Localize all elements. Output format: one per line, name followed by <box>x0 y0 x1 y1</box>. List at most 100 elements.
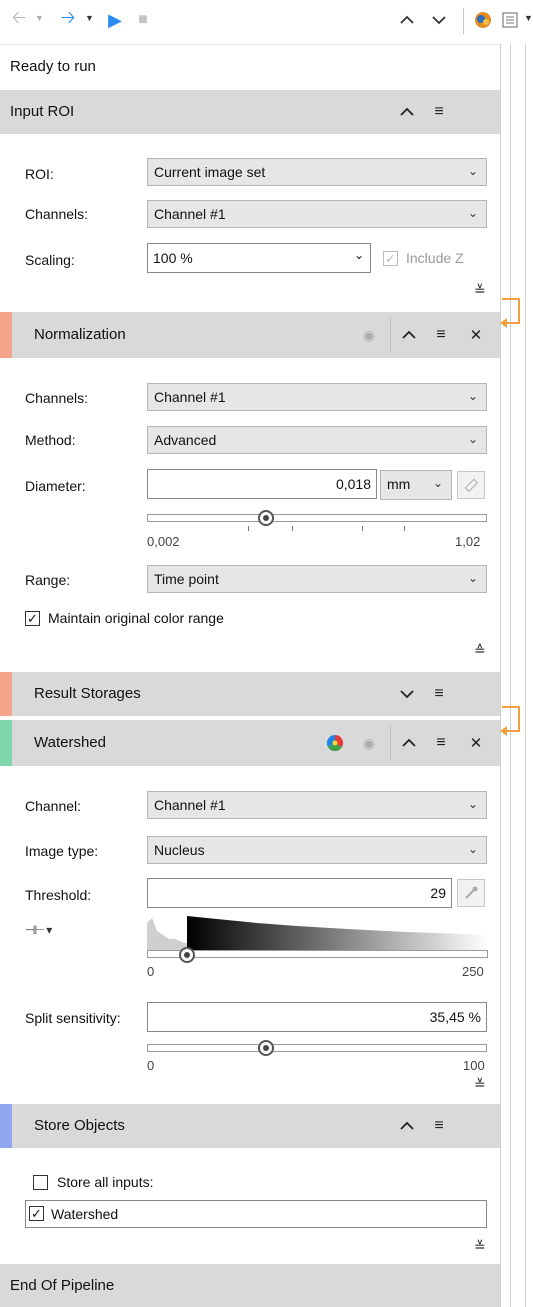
histogram-max-label: 250 <box>462 964 484 979</box>
threshold-input[interactable]: 29 <box>147 878 452 908</box>
module-header-input-roi[interactable]: Input ROI ≡ <box>0 90 500 134</box>
image-type-select[interactable]: Nucleus ⌄ <box>147 836 487 864</box>
maintain-color-checkbox[interactable]: ✓ <box>25 611 40 626</box>
brain-gear-icon[interactable] <box>472 8 494 32</box>
collapse-up-icon[interactable] <box>399 733 419 753</box>
chevron-down-icon: ⌄ <box>432 476 443 490</box>
diameter-unit-select[interactable]: mm ⌄ <box>380 470 452 500</box>
method-select-value: Advanced <box>154 432 217 448</box>
close-icon[interactable]: ✕ <box>466 325 486 345</box>
split-sensitivity-slider[interactable] <box>147 1044 487 1052</box>
menu-icon[interactable]: ≡ <box>429 684 449 704</box>
menu-icon[interactable]: ≡ <box>431 733 451 753</box>
view-options-icon[interactable] <box>500 8 522 32</box>
include-z-checkbox[interactable]: ✓ <box>383 251 398 266</box>
method-select[interactable]: Advanced ⌄ <box>147 426 487 454</box>
chevron-down-icon[interactable]: ⌄ <box>354 248 364 262</box>
module-title: End Of Pipeline <box>10 1277 115 1294</box>
diameter-unit-value: mm <box>387 476 411 492</box>
expand-more-icon[interactable]: ≚ <box>474 282 486 299</box>
roi-select-value: Current image set <box>154 164 266 180</box>
chevron-down-icon: ⌄ <box>467 164 478 178</box>
split-sensitivity-label: Split sensitivity: <box>25 1010 121 1026</box>
expand-down-icon[interactable] <box>428 8 450 32</box>
store-all-inputs-checkbox[interactable] <box>33 1175 48 1190</box>
menu-icon[interactable]: ≡ <box>429 1116 449 1136</box>
expand-more-icon[interactable]: ≚ <box>474 1238 486 1255</box>
scaling-value: 100 % <box>153 250 193 266</box>
roi-select[interactable]: Current image set ⌄ <box>147 158 487 186</box>
threshold-histogram[interactable] <box>147 913 488 958</box>
channels-select-value: Channel #1 <box>154 389 226 405</box>
menu-icon[interactable]: ≡ <box>429 102 449 122</box>
expand-down-icon[interactable] <box>397 684 417 704</box>
toolbar: 🡠 ▼ 🡢 ▼ ▶ ■ ▼ <box>0 0 533 44</box>
channels-select[interactable]: Channel #1 ⌄ <box>147 383 487 411</box>
back-arrow-icon[interactable]: 🡠 <box>8 7 30 32</box>
chevron-down-icon: ⌄ <box>467 797 478 811</box>
module-header-end-of-pipeline: End Of Pipeline <box>0 1264 500 1307</box>
histogram-min-label: 0 <box>147 964 155 979</box>
close-icon[interactable]: ✕ <box>466 733 486 753</box>
expand-more-icon[interactable]: ≚ <box>474 1076 486 1093</box>
split-sensitivity-slider-handle[interactable] <box>258 1040 274 1056</box>
method-label: Method: <box>25 432 76 448</box>
threshold-label: Threshold: <box>25 887 92 903</box>
diameter-input[interactable]: 0,018 <box>147 469 377 499</box>
forward-arrow-icon[interactable]: 🡢 <box>56 7 80 32</box>
back-dropdown-icon[interactable]: ▼ <box>35 13 44 23</box>
scaling-label: Scaling: <box>25 252 75 268</box>
stop-icon[interactable]: ■ <box>132 8 154 32</box>
maintain-color-label: Maintain original color range <box>48 610 224 626</box>
split-sensitivity-input[interactable]: 35,45 % <box>147 1002 487 1032</box>
module-color-stripe <box>0 312 12 358</box>
view-dropdown-icon[interactable]: ▼ <box>524 13 533 23</box>
channel-select[interactable]: Channel #1 ⌄ <box>147 791 487 819</box>
eye-icon[interactable]: ◉ <box>359 325 379 345</box>
collapse-up-icon[interactable] <box>397 1116 417 1136</box>
slider-tick <box>248 526 249 531</box>
watershed-input-label: Watershed <box>51 1206 119 1222</box>
eyedropper-icon[interactable] <box>457 879 485 907</box>
module-header-watershed[interactable]: Watershed ◉ ≡ ✕ <box>0 720 500 766</box>
scrollbar-edge <box>525 44 526 1307</box>
channels-label: Channels: <box>25 206 89 222</box>
run-icon[interactable]: ▶ <box>104 8 126 32</box>
module-title: Watershed <box>34 734 106 751</box>
chevron-down-icon: ⌄ <box>467 389 478 403</box>
histogram-options-icon[interactable]: ⊣⊢ ▾ <box>25 923 52 937</box>
threshold-slider-handle[interactable] <box>179 947 195 963</box>
scaling-input[interactable]: 100 % ⌄ <box>147 243 371 273</box>
menu-icon[interactable]: ≡ <box>431 325 451 345</box>
diameter-slider-handle[interactable] <box>258 510 274 526</box>
scrollbar-track[interactable] <box>510 44 511 1307</box>
module-title: Normalization <box>34 326 126 343</box>
collapse-up-icon[interactable] <box>399 325 419 345</box>
collapse-up-icon[interactable] <box>397 102 417 122</box>
collapse-up-icon[interactable] <box>396 8 418 32</box>
module-color-stripe <box>0 720 12 766</box>
chevron-down-icon: ⌄ <box>467 432 478 446</box>
forward-dropdown-icon[interactable]: ▼ <box>85 13 94 23</box>
diameter-value: 0,018 <box>335 476 371 492</box>
module-header-normalization[interactable]: Normalization ◉ ≡ ✕ <box>0 312 500 358</box>
range-select-value: Time point <box>154 571 219 587</box>
ruler-icon[interactable] <box>457 471 485 499</box>
image-type-label: Image type: <box>25 843 99 859</box>
module-header-result-storages[interactable]: Result Storages ≡ <box>0 672 500 716</box>
collapse-less-icon[interactable]: ≙ <box>474 642 486 659</box>
module-header-store-objects[interactable]: Store Objects ≡ <box>0 1104 500 1148</box>
color-wheel-icon[interactable] <box>325 733 345 753</box>
channels-select[interactable]: Channel #1 ⌄ <box>147 200 487 228</box>
channel-select-value: Channel #1 <box>154 797 226 813</box>
toolbar-separator <box>463 8 464 34</box>
watershed-input-checkbox[interactable]: ✓ <box>29 1206 44 1221</box>
diameter-slider[interactable] <box>147 514 487 522</box>
chevron-down-icon: ⌄ <box>467 206 478 220</box>
chevron-down-icon: ⌄ <box>467 571 478 585</box>
diameter-label: Diameter: <box>25 478 86 494</box>
range-select[interactable]: Time point ⌄ <box>147 565 487 593</box>
pipeline-connector-icon <box>500 706 520 736</box>
inputs-list[interactable]: ✓ Watershed <box>25 1200 487 1228</box>
eye-icon[interactable]: ◉ <box>359 733 379 753</box>
